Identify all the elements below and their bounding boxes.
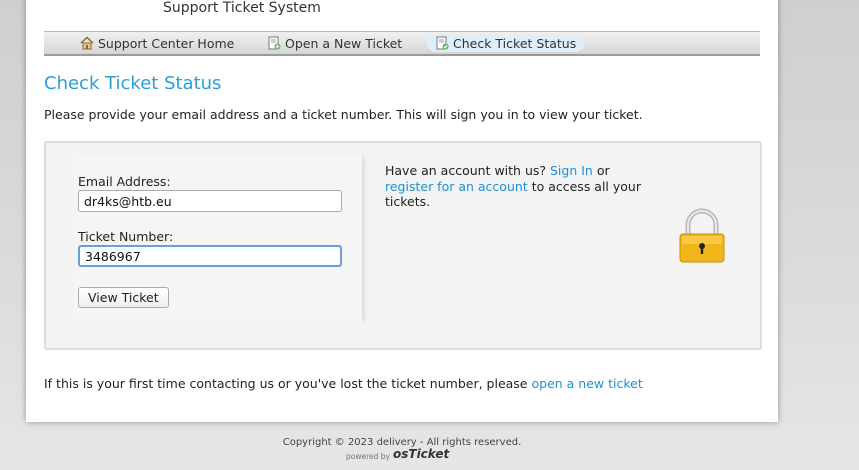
new-ticket-icon [268,36,281,50]
brand-subtitle: Support Ticket System [163,0,321,16]
ticket-number-field[interactable] [78,245,342,267]
account-info: Have an account with us? Sign In or regi… [385,163,660,210]
register-link[interactable]: register for an account [385,179,528,194]
view-ticket-button[interactable]: View Ticket [78,287,169,308]
osticket-logo: osTicket [393,447,450,461]
account-text-1: Have an account with us? [385,163,547,178]
footer-note: If this is your first time contacting us… [44,376,643,391]
page-container: Support Ticket System Support Center Hom… [26,0,778,422]
nav-label-home: Support Center Home [98,36,235,51]
account-text-2: or [596,163,610,178]
nav-item-new-ticket[interactable]: Open a New Ticket [259,35,410,52]
nav-item-home[interactable]: Support Center Home [72,35,242,52]
home-icon [80,36,94,50]
powered-by-text: powered by [346,452,390,461]
ticket-form: Email Address: Ticket Number: View Ticke… [74,155,362,323]
open-new-ticket-link[interactable]: open a new ticket [532,376,643,391]
ticket-number-label: Ticket Number: [78,229,174,244]
footer-note-text: If this is your first time contacting us… [44,376,528,391]
intro-text: Please provide your email address and a … [44,107,643,122]
nav-label-new-ticket: Open a New Ticket [285,36,403,51]
sign-in-link[interactable]: Sign In [550,163,593,178]
ticket-status-icon [436,36,449,50]
page-title: Check Ticket Status [44,73,222,94]
nav-item-check-status[interactable]: Check Ticket Status [427,35,585,52]
email-field[interactable] [78,190,342,212]
lock-icon [679,208,725,263]
login-panel: Email Address: Ticket Number: View Ticke… [44,141,762,350]
powered-by-badge[interactable]: powered by osTicket [346,447,450,465]
main-nav: Support Center Home Open a New Ticket Ch… [44,31,760,56]
email-label: Email Address: [78,174,171,189]
nav-label-check-status: Check Ticket Status [453,36,577,51]
